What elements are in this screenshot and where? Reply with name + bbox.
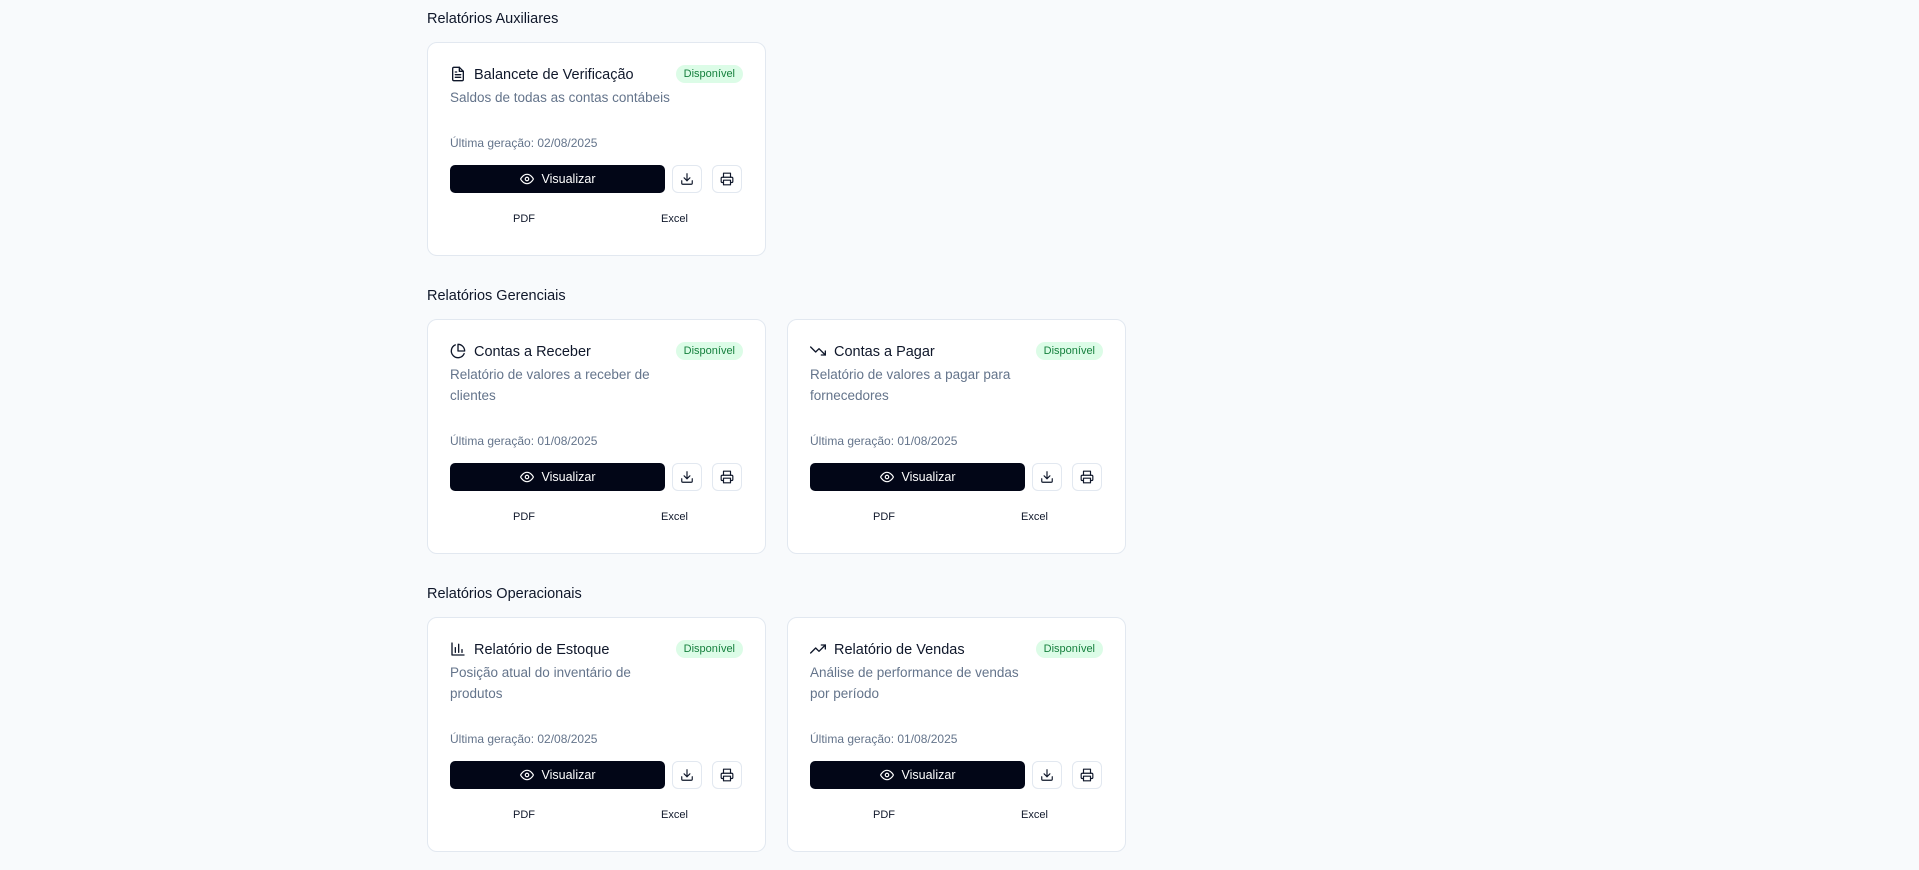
report-card-contas-pagar: Contas a Pagar Disponível Relatório de v… [787,319,1126,554]
section-auxiliares-grid: Balancete de Verificação Disponível Sald… [427,42,766,256]
report-card-contas-receber: Contas a Receber Disponível Relatório de… [427,319,766,554]
view-button[interactable]: Visualizar [810,463,1025,491]
format-pdf[interactable]: PDF [873,511,895,523]
download-button[interactable] [672,761,702,789]
section-operacionais: Relatórios Operacionais [427,585,582,603]
status-badge: Disponível [1035,342,1103,360]
view-button-label: Visualizar [541,768,596,782]
section-operacionais-grid: Relatório de Estoque Disponível Posição … [427,617,1126,852]
last-generated: Última geração: 01/08/2025 [450,434,598,448]
printer-icon [720,470,734,484]
view-button[interactable]: Visualizar [450,463,665,491]
printer-icon [1080,470,1094,484]
view-button-label: Visualizar [541,172,596,186]
card-title: Relatório de Vendas [834,642,965,658]
view-button-label: Visualizar [901,768,956,782]
download-button[interactable] [1032,761,1062,789]
last-generated: Última geração: 01/08/2025 [810,434,958,448]
format-pdf[interactable]: PDF [513,809,535,821]
download-icon [681,471,693,483]
card-title: Contas a Receber [474,344,591,360]
section-gerenciais: Relatórios Gerenciais [427,287,566,305]
card-description: Posição atual do inventário de produtos [450,665,631,701]
download-icon [681,769,693,781]
print-button[interactable] [1072,463,1102,491]
status-badge: Disponível [675,640,743,658]
view-button[interactable]: Visualizar [810,761,1025,789]
format-excel[interactable]: Excel [1021,511,1048,523]
section-gerenciais-grid: Contas a Receber Disponível Relatório de… [427,319,1126,554]
report-card-balancete: Balancete de Verificação Disponível Sald… [427,42,766,256]
card-title: Balancete de Verificação [474,67,634,83]
eye-icon [879,769,894,781]
download-button[interactable] [1032,463,1062,491]
download-icon [1041,769,1053,781]
last-generated: Última geração: 02/08/2025 [450,732,598,746]
file-text-icon [452,66,464,82]
format-excel[interactable]: Excel [1021,809,1048,821]
status-badge: Disponível [675,65,743,83]
last-generated: Última geração: 01/08/2025 [810,732,958,746]
download-icon [681,173,693,185]
print-button[interactable] [1072,761,1102,789]
format-pdf[interactable]: PDF [513,511,535,523]
section-title: Relatórios Operacionais [427,586,582,602]
card-description: Análise de performance de vendas por per… [810,665,1019,701]
download-button[interactable] [672,463,702,491]
bar-chart-icon [451,642,465,656]
printer-icon [720,768,734,782]
printer-icon [1080,768,1094,782]
last-generated: Última geração: 02/08/2025 [450,136,598,150]
print-button[interactable] [712,463,742,491]
trending-down-icon [810,346,826,356]
view-button[interactable]: Visualizar [450,165,665,193]
format-excel[interactable]: Excel [661,809,688,821]
card-description: Saldos de todas as contas contábeis [450,90,670,105]
printer-icon [720,172,734,186]
report-card-vendas: Relatório de Vendas Disponível Análise d… [787,617,1126,852]
print-button[interactable] [712,761,742,789]
eye-icon [879,471,894,483]
view-button[interactable]: Visualizar [450,761,665,789]
download-button[interactable] [672,165,702,193]
pie-chart-icon [450,343,466,359]
section-title: Relatórios Auxiliares [427,11,559,27]
eye-icon [519,173,534,185]
card-description: Relatório de valores a receber de client… [450,367,650,403]
format-excel[interactable]: Excel [661,213,688,225]
card-title: Relatório de Estoque [474,642,610,658]
section-title: Relatórios Gerenciais [427,288,566,304]
eye-icon [519,471,534,483]
status-badge: Disponível [675,342,743,360]
print-button[interactable] [712,165,742,193]
status-badge: Disponível [1035,640,1103,658]
format-pdf[interactable]: PDF [513,213,535,225]
trending-up-icon [810,644,826,654]
eye-icon [519,769,534,781]
view-button-label: Visualizar [901,470,956,484]
card-description: Relatório de valores a pagar para fornec… [810,367,1011,403]
section-auxiliares: Relatórios Auxiliares [427,10,558,28]
format-excel[interactable]: Excel [661,511,688,523]
view-button-label: Visualizar [541,470,596,484]
download-icon [1041,471,1053,483]
format-pdf[interactable]: PDF [873,809,895,821]
report-card-estoque: Relatório de Estoque Disponível Posição … [427,617,766,852]
card-title: Contas a Pagar [834,344,935,360]
